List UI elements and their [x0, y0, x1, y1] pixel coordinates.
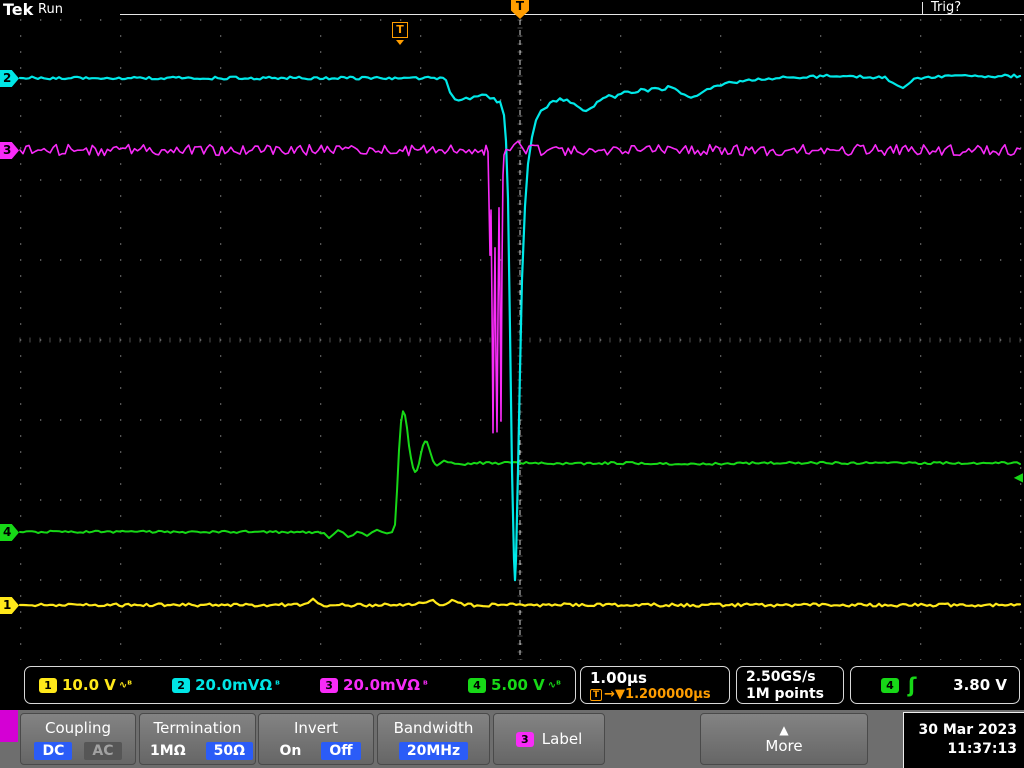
- bandwidth-button[interactable]: Bandwidth 20MHz: [377, 713, 490, 765]
- ch4-readout: 4 5.00 V ∿ᴮ: [467, 676, 561, 694]
- tek-logo: Tek: [3, 0, 34, 19]
- ch2-flags-icon: ᴮ: [275, 679, 280, 691]
- ch2-badge: 2: [172, 677, 191, 693]
- termination-title: Termination: [153, 719, 242, 737]
- invert-on-toggle[interactable]: On: [271, 742, 309, 760]
- top-divider: [120, 14, 1024, 15]
- delay-value: →▼1.200000µs: [604, 687, 711, 702]
- horizontal-readout-box: 1.00µs T →▼1.200000µs: [580, 666, 730, 704]
- ch1-badge: 1: [39, 677, 57, 693]
- trigger-source-badge: 4: [881, 677, 899, 693]
- coupling-button[interactable]: Coupling DC AC: [20, 713, 136, 765]
- bandwidth-title: Bandwidth: [393, 719, 474, 737]
- ch2-readout: 2 20.0mVΩ ᴮ: [172, 676, 280, 694]
- trigger-point-arrow-icon: [396, 40, 404, 45]
- ch3-badge: 3: [320, 677, 339, 693]
- acquisition-status: Run: [38, 2, 63, 17]
- invert-title: Invert: [293, 719, 339, 737]
- termination-button[interactable]: Termination 1MΩ 50Ω: [139, 713, 256, 765]
- ch3-flags-icon: ᴮ: [423, 679, 428, 691]
- label-button[interactable]: 3 Label: [493, 713, 605, 765]
- trigger-level-arrow-icon: ◀: [1013, 470, 1023, 484]
- ch1-flags-icon: ∿ᴮ: [118, 679, 133, 691]
- invert-off-toggle[interactable]: Off: [321, 742, 361, 760]
- coupling-ac-toggle[interactable]: AC: [84, 742, 122, 760]
- ch1-readout: 1 10.0 V ∿ᴮ: [39, 676, 132, 694]
- record-length: 1M points: [746, 686, 824, 702]
- trigger-slope-icon: ʃ: [908, 673, 917, 697]
- coupling-title: Coupling: [44, 719, 112, 737]
- label-text: Label: [541, 730, 583, 748]
- ch1-scale: 10.0 V: [62, 676, 116, 694]
- termination-50ohm-toggle[interactable]: 50Ω: [205, 742, 253, 760]
- datetime-box: 30 Mar 2023 11:37:13: [903, 712, 1024, 768]
- ch2-scale: 20.0mVΩ: [195, 676, 273, 694]
- oscilloscope-screen: Tek Run Trig? T T ◀ 2 3 4 1 1 10.0 V ∿ᴮ …: [0, 0, 1024, 768]
- graticule-and-waveforms: [18, 19, 1022, 661]
- ch4-scale: 5.00 V: [490, 676, 545, 694]
- date-display: 30 Mar 2023: [918, 722, 1017, 738]
- delay-readout: T →▼1.200000µs: [590, 687, 720, 702]
- label-channel-badge: 3: [515, 731, 534, 747]
- delay-t-icon: T: [590, 688, 603, 701]
- termination-1m-toggle[interactable]: 1MΩ: [142, 742, 194, 760]
- acquisition-readout-box: 2.50GS/s 1M points: [736, 666, 844, 704]
- trigger-readout-box: 4 ʃ 3.80 V: [850, 666, 1020, 704]
- time-scale: 1.00µs: [590, 669, 647, 687]
- trigger-level: 3.80 V: [953, 676, 1007, 694]
- more-text: More: [765, 736, 803, 755]
- invert-button[interactable]: Invert On Off: [258, 713, 374, 765]
- trigger-status: Trig?: [931, 0, 962, 15]
- readout-bar: 1 10.0 V ∿ᴮ 2 20.0mVΩ ᴮ 3 20.0mVΩ ᴮ 4 5.…: [0, 660, 1024, 710]
- more-button[interactable]: ▲ More: [700, 713, 868, 765]
- channel-scales-box: 1 10.0 V ∿ᴮ 2 20.0mVΩ ᴮ 3 20.0mVΩ ᴮ 4 5.…: [24, 666, 576, 704]
- trigger-status-divider: [922, 2, 923, 14]
- ch4-flags-icon: ∿ᴮ: [547, 679, 561, 691]
- active-channel-indicator: [0, 710, 18, 742]
- ch4-badge: 4: [467, 677, 486, 693]
- ch3-readout: 3 20.0mVΩ ᴮ: [320, 676, 428, 694]
- bandwidth-value-toggle[interactable]: 20MHz: [398, 742, 469, 760]
- ch3-scale: 20.0mVΩ: [343, 676, 421, 694]
- sample-rate: 2.50GS/s: [746, 669, 816, 685]
- softkey-menu-bar: Coupling DC AC Termination 1MΩ 50Ω Inver…: [0, 710, 1024, 768]
- trigger-point-marker-icon: T: [392, 22, 408, 38]
- more-up-arrow-icon: ▲: [779, 722, 789, 737]
- time-display: 11:37:13: [947, 741, 1017, 757]
- coupling-dc-toggle[interactable]: DC: [34, 742, 73, 760]
